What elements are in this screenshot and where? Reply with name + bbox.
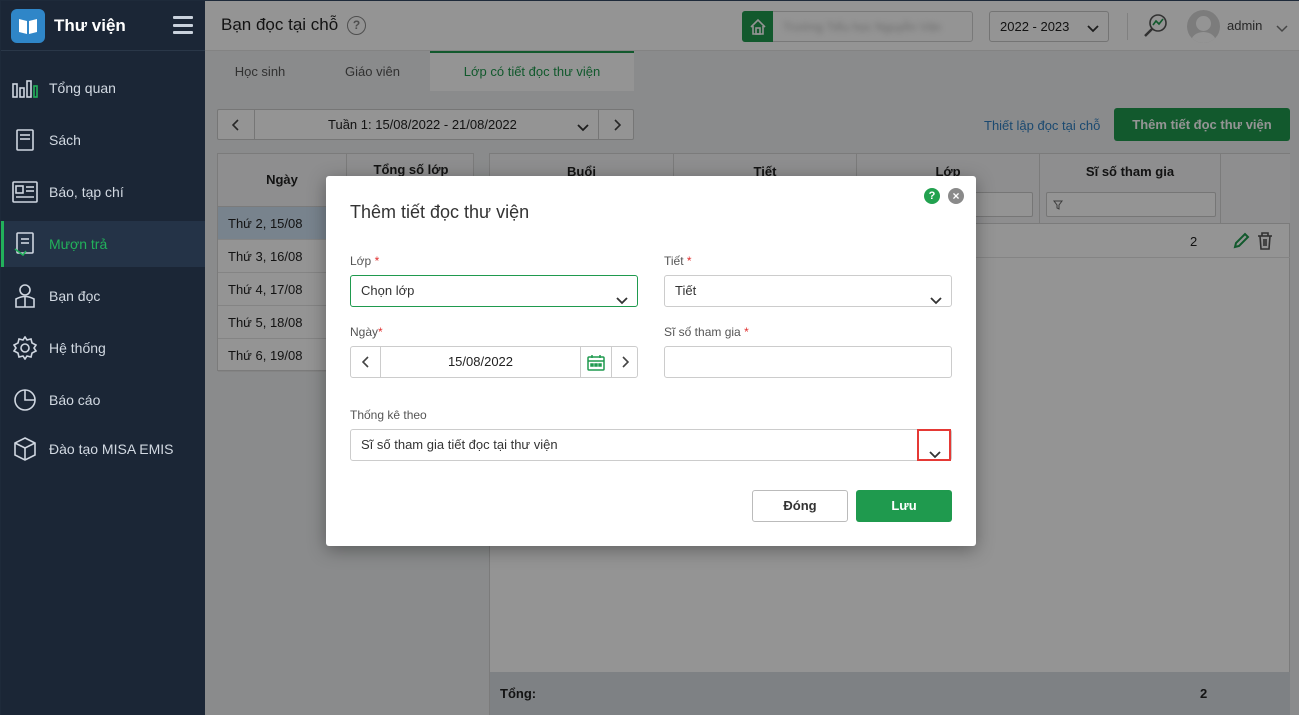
period-label: Tiết * [664, 254, 692, 268]
sidebar-item-label: Báo cáo [49, 392, 101, 408]
sidebar-item-books[interactable]: Sách [1, 117, 205, 163]
app-title: Thư viện [54, 15, 126, 35]
sidebar-item-label: Bạn đọc [49, 288, 101, 304]
close-icon[interactable]: × [948, 188, 964, 204]
sidebar-item-label: Hệ thống [49, 340, 106, 356]
stat-by-value: Sĩ số tham gia tiết đọc tại thư viện [361, 437, 558, 452]
reader-icon [11, 282, 39, 310]
stat-by-select[interactable]: Sĩ số tham gia tiết đọc tại thư viện [350, 429, 952, 461]
stat-by-label: Thống kê theo [350, 408, 427, 422]
sidebar-item-system[interactable]: Hệ thống [1, 325, 205, 371]
sidebar: Thư viện Tổng quan Sách Báo, tạp chí Mượ… [1, 1, 205, 715]
required-mark: * [378, 325, 383, 339]
period-label-text: Tiết [664, 254, 684, 268]
attendance-label-text: Sĩ số tham gia [664, 325, 741, 339]
class-label-text: Lớp [350, 254, 372, 268]
date-input[interactable]: 15/08/2022 [381, 354, 580, 369]
library-logo-icon [11, 8, 45, 43]
bar-chart-icon [11, 74, 39, 102]
required-mark: * [686, 254, 692, 268]
pie-chart-icon [11, 386, 39, 414]
sidebar-item-training[interactable]: Đào tạo MISA EMIS [1, 426, 205, 472]
newspaper-icon [11, 178, 39, 206]
chevron-down-icon [930, 286, 942, 316]
sidebar-item-overview[interactable]: Tổng quan [1, 65, 205, 111]
help-icon[interactable]: ? [924, 188, 940, 204]
close-button[interactable]: Đóng [752, 490, 848, 522]
class-select[interactable]: Chọn lớp [350, 275, 638, 307]
required-mark: * [374, 254, 380, 268]
class-label: Lớp * [350, 254, 379, 268]
required-mark: * [744, 325, 749, 339]
next-date-button[interactable] [610, 347, 639, 377]
sidebar-item-label: Mượn trả [49, 236, 108, 252]
borrow-icon [11, 230, 39, 258]
sidebar-item-magazines[interactable]: Báo, tạp chí [1, 169, 205, 215]
prev-date-button[interactable] [351, 347, 380, 377]
dialog-title: Thêm tiết đọc thư viện [350, 202, 530, 222]
box-icon [11, 435, 39, 463]
add-reading-period-dialog: Thêm tiết đọc thư viện ? × Lớp * Chọn lớ… [326, 176, 976, 546]
sidebar-item-borrow[interactable]: Mượn trả [1, 221, 205, 267]
sidebar-item-reports[interactable]: Báo cáo [1, 377, 205, 423]
sidebar-item-label: Tổng quan [49, 80, 116, 96]
date-label: Ngày* [350, 325, 383, 339]
book-icon [11, 126, 39, 154]
sidebar-item-readers[interactable]: Bạn đọc [1, 273, 205, 319]
hamburger-menu-icon[interactable] [173, 16, 193, 34]
class-select-value: Chọn lớp [361, 283, 415, 298]
gear-icon [11, 334, 39, 362]
sidebar-item-label: Sách [49, 132, 81, 148]
sidebar-item-label: Đào tạo MISA EMIS [49, 441, 174, 457]
period-select[interactable]: Tiết [664, 275, 952, 307]
period-select-value: Tiết [675, 283, 697, 298]
sidebar-item-label: Báo, tạp chí [49, 184, 124, 200]
highlight-box [917, 429, 951, 461]
calendar-icon[interactable] [581, 347, 611, 377]
date-label-text: Ngày [350, 325, 379, 339]
attendance-input[interactable] [664, 346, 952, 378]
attendance-label: Sĩ số tham gia * [664, 325, 749, 339]
save-button[interactable]: Lưu [856, 490, 952, 522]
date-picker: 15/08/2022 [350, 346, 638, 378]
chevron-down-icon [616, 286, 628, 316]
